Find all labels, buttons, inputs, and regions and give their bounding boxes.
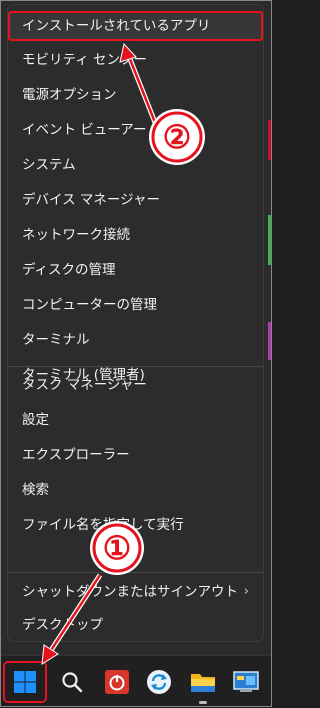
screenshot-frame xyxy=(0,0,272,707)
